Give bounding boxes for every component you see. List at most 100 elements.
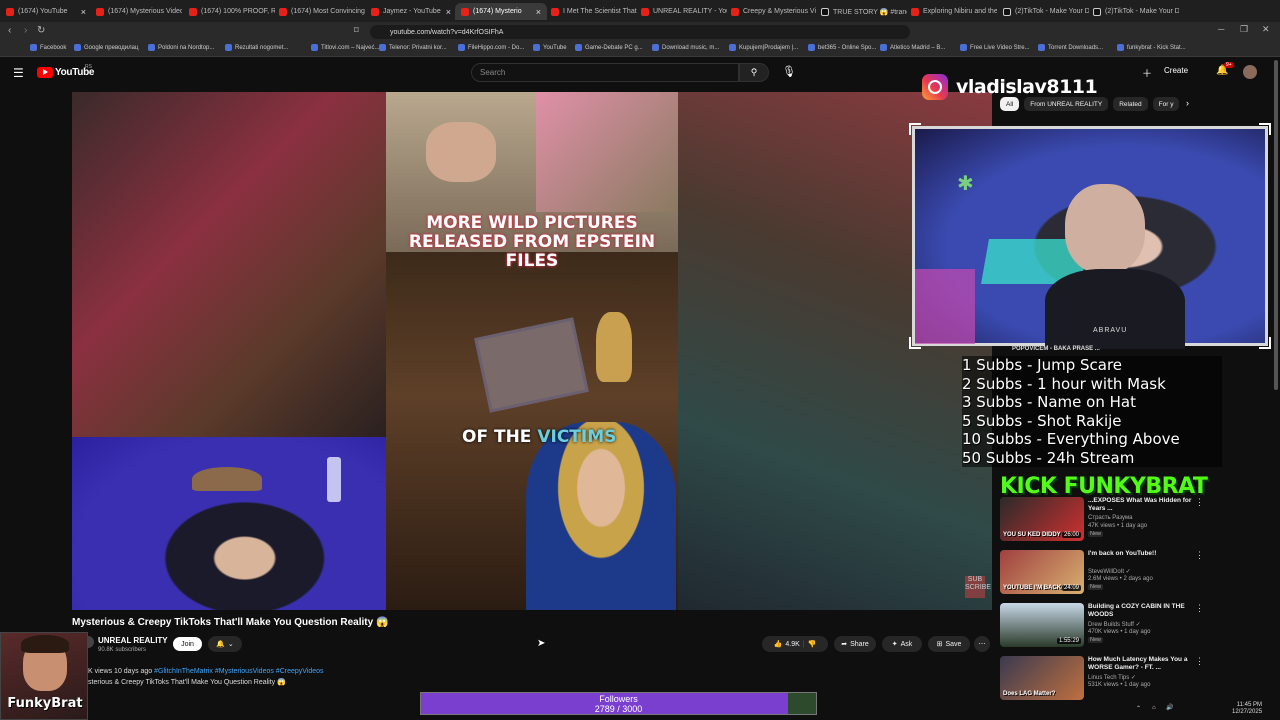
browser-tab[interactable]: I Met The Scientist That× xyxy=(545,3,637,20)
tab-close-icon[interactable]: × xyxy=(81,7,86,17)
notifications-dropdown[interactable]: 🔔 ⌄ xyxy=(208,636,242,652)
browser-tab[interactable]: Creepy & Mysterious Vi× xyxy=(725,3,817,20)
share-icon: ➦ xyxy=(841,641,848,648)
create-plus-icon[interactable]: ＋ xyxy=(1142,65,1152,80)
bookmark-item[interactable]: FileHippo.com - Do... xyxy=(458,44,524,51)
related-video-item[interactable]: YOUTUBE I'M BACK ON 24:09 I'm back on YouT… xyxy=(1000,550,1204,600)
more-options-icon[interactable]: ⋮ xyxy=(1195,603,1204,614)
clock[interactable]: 11:45 PM 12/27/2025 xyxy=(1232,702,1262,716)
search-button[interactable]: ⚲ xyxy=(739,63,769,82)
back-icon[interactable]: ‹ xyxy=(8,25,11,36)
video-player[interactable]: MORE WILD PICTURES RELEASED FROM EPSTEIN… xyxy=(72,92,992,610)
youtube-logo-icon[interactable] xyxy=(37,67,53,78)
tab-label: UNREAL REALITY - YouT xyxy=(653,8,727,15)
account-avatar[interactable] xyxy=(1243,65,1257,79)
video-thumbnail[interactable]: Does LAG Matter? xyxy=(1000,656,1084,700)
related-video-channel[interactable]: Страсть Разума xyxy=(1088,515,1132,521)
tab-close-icon[interactable]: × xyxy=(536,7,541,17)
save-button[interactable]: ⊞ Save xyxy=(928,636,970,652)
presenter-figure xyxy=(526,422,676,610)
save-label: Save xyxy=(945,640,962,648)
browser-tab[interactable]: (1674) Mysterio × xyxy=(455,3,547,20)
more-options-icon[interactable]: ⋮ xyxy=(1195,550,1204,561)
related-video-channel[interactable]: Drew Builds Stuff ✓ xyxy=(1088,621,1141,628)
bookmark-item[interactable]: Google преводилац xyxy=(74,44,138,51)
dislike-icon[interactable]: 👎 xyxy=(808,640,817,648)
bookmark-item[interactable]: Free Live Video Stre... xyxy=(960,44,1030,51)
browser-tab[interactable]: (1674) Most Convincing× xyxy=(273,3,365,20)
address-bar[interactable]: youtube.com/watch?v=d4KrfOSIFhA xyxy=(370,25,910,39)
related-video-item[interactable]: 1:55:29 Building a COZY CABIN IN THE WOOD… xyxy=(1000,603,1204,653)
channel-name[interactable]: UNREAL REALITY xyxy=(98,636,168,645)
more-options-icon[interactable]: ⋮ xyxy=(1195,656,1204,667)
window-close-icon[interactable]: ✕ xyxy=(1262,24,1270,35)
subscribe-watermark[interactable]: SUB SCRIBE xyxy=(965,576,991,598)
bookmark-item[interactable]: bet365 - Online Spo... xyxy=(808,44,876,51)
forward-icon[interactable]: › xyxy=(24,25,27,36)
filter-chip[interactable]: Related xyxy=(1113,97,1148,111)
maximize-icon[interactable]: ❐ xyxy=(1240,24,1248,35)
bookmark-item[interactable]: Facebook xyxy=(30,44,66,51)
reload-icon[interactable]: ↻ xyxy=(37,25,45,36)
light-bar xyxy=(327,457,341,502)
bookmark-icon[interactable]: ⌑ xyxy=(354,25,359,36)
browser-tab[interactable]: (1674) Mysterious Videos× xyxy=(90,3,182,20)
related-video-title[interactable]: Building a COZY CABIN IN THE WOODS xyxy=(1088,603,1192,619)
ask-button[interactable]: ✦ Ask xyxy=(882,636,922,652)
bookmark-item[interactable]: Titlovi.com – Najveć... xyxy=(311,44,379,51)
bookmark-item[interactable]: Game-Debate PC g... xyxy=(575,44,643,51)
tab-close-icon[interactable]: × xyxy=(446,7,451,17)
search-input[interactable]: Search xyxy=(471,63,739,82)
browser-tab[interactable]: TRUE STORY 😱 #tranc× xyxy=(815,3,907,20)
hamburger-menu-icon[interactable]: ☰ xyxy=(13,66,24,80)
bookmark-item[interactable]: YouTube xyxy=(533,44,567,51)
bookmark-item[interactable]: Poldoni na Nordtop... xyxy=(148,44,214,51)
youtube-favicon-icon xyxy=(189,7,197,16)
browser-tab[interactable]: Exploring Nibiru and the× xyxy=(905,3,997,20)
bookmark-item[interactable]: Kupujem|Prodajem |... xyxy=(729,44,798,51)
bookmark-item[interactable]: Torrent Downloads... xyxy=(1038,44,1103,51)
related-video-title[interactable]: POPOVIĆEM - BAKA PRASE ... xyxy=(1012,346,1100,352)
browser-tab[interactable]: (2)TikTok - Make Your D× xyxy=(1087,3,1179,20)
bookmark-item[interactable]: Download music, m... xyxy=(652,44,719,51)
related-video-title[interactable]: How Much Latency Makes You a WORSE Gamer… xyxy=(1088,656,1192,672)
bookmark-item[interactable]: Rezultati nogomet... xyxy=(225,44,288,51)
related-video-title[interactable]: I'm back on YouTube!! xyxy=(1088,550,1192,558)
related-video-channel[interactable]: SteveWillDoIt ✓ xyxy=(1088,568,1131,575)
related-video-channel[interactable]: Linus Tech Tips ✓ xyxy=(1088,674,1136,681)
chips-next-icon[interactable]: › xyxy=(1186,98,1189,108)
hashtags[interactable]: #GlitchInTheMatrix #MysteriousVideos #Cr… xyxy=(154,668,323,675)
network-icon[interactable]: ⌂ xyxy=(1152,705,1156,711)
browser-tab[interactable]: Jaymez - YouTube × xyxy=(365,3,457,20)
join-button[interactable]: Join xyxy=(173,637,202,651)
cannabis-leaf-icon: ✱ xyxy=(957,173,974,195)
minimize-icon[interactable]: ─ xyxy=(1218,24,1224,34)
share-button[interactable]: ➦ Share xyxy=(834,636,876,652)
browser-tab[interactable]: UNREAL REALITY - YouT× xyxy=(635,3,727,20)
page-scrollbar[interactable] xyxy=(1274,60,1278,390)
tray-chevron-icon[interactable]: ⌃ xyxy=(1136,705,1141,712)
streamer-face xyxy=(1065,184,1145,274)
photo-objects xyxy=(536,92,678,212)
related-video-item[interactable]: Does LAG Matter? How Much Latency Makes Y… xyxy=(1000,656,1204,706)
bookmark-item[interactable]: funkybrat - Kick Stat... xyxy=(1117,44,1186,51)
video-description-meta[interactable]: K views 10 days ago #GlitchInTheMatrix #… xyxy=(88,668,324,675)
more-actions-button[interactable]: ⋯ xyxy=(974,636,990,652)
filter-chip[interactable]: For y xyxy=(1152,97,1180,111)
voice-search-icon[interactable]: 🎙 xyxy=(782,65,796,78)
browser-tab[interactable]: (2)TikTok - Make Your D× xyxy=(997,3,1089,20)
bookmark-item[interactable]: Atletico Madrid – B... xyxy=(880,44,945,51)
video-thumbnail[interactable]: YOUTUBE I'M BACK ON 24:09 xyxy=(1000,550,1084,594)
bookmark-item[interactable]: Telenor: Privatni kor... xyxy=(379,44,447,51)
related-video-title[interactable]: ...EXPOSES What Was Hidden for Years ... xyxy=(1088,497,1192,513)
video-thumbnail[interactable]: 1:55:29 xyxy=(1000,603,1084,647)
volume-icon[interactable]: 🔊 xyxy=(1166,704,1173,711)
video-thumbnail[interactable]: YOU SU KED DIDDY 26:00 xyxy=(1000,497,1084,541)
like-count[interactable]: 4.9K xyxy=(785,641,799,648)
browser-tab[interactable]: (1674) YouTube × xyxy=(0,3,92,20)
bookmark-favicon-icon xyxy=(458,44,465,51)
like-icon[interactable]: 👍 xyxy=(774,640,783,648)
related-video-item[interactable]: YOU SU KED DIDDY 26:00 ...EXPOSES What Was… xyxy=(1000,497,1204,547)
browser-tab[interactable]: (1674) 100% PROOF, R× xyxy=(183,3,275,20)
create-button[interactable]: Create xyxy=(1164,66,1188,75)
